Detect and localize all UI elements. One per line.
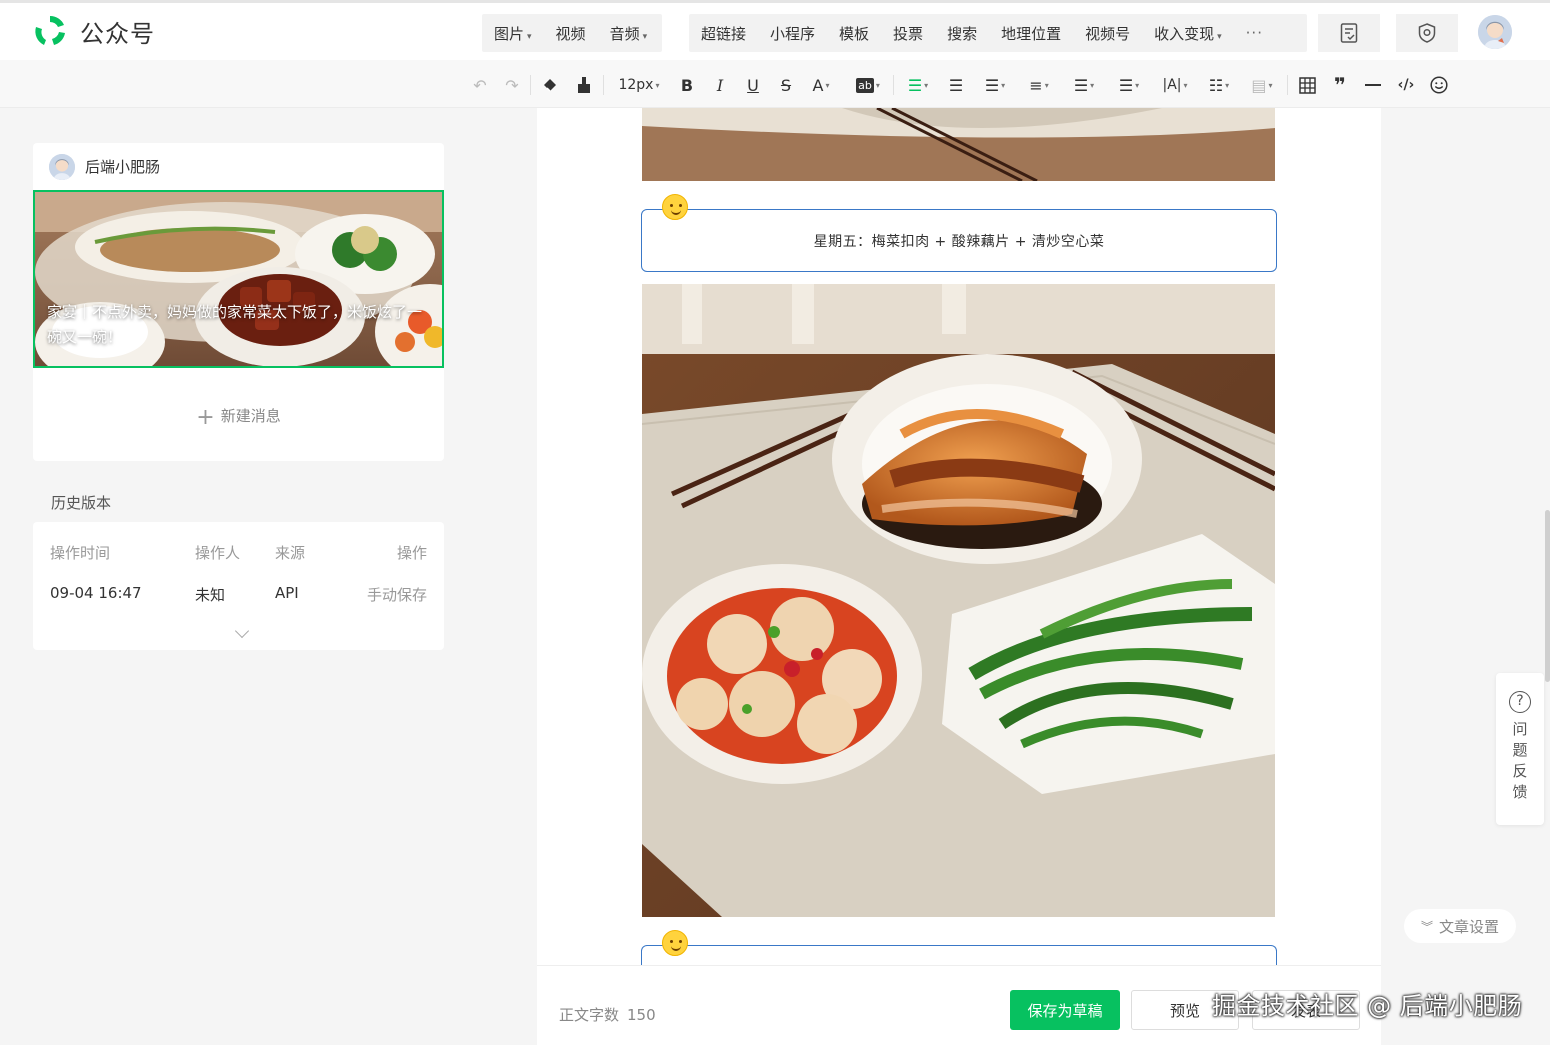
col-operator: 操作人: [195, 544, 241, 562]
menu-video[interactable]: 视频: [544, 23, 598, 44]
indent-icon[interactable]: ☰: [946, 74, 966, 96]
bold-icon[interactable]: B: [678, 74, 696, 96]
history-action: 手动保存: [366, 586, 427, 604]
app-logo[interactable]: 公众号: [32, 13, 155, 49]
col-time: 操作时间: [50, 544, 111, 562]
font-size-select[interactable]: 12px ▾: [612, 74, 666, 96]
document-icon: [1340, 23, 1358, 43]
menu-audio[interactable]: 音频 ▾: [598, 23, 660, 44]
undo-icon[interactable]: ↶: [470, 74, 490, 96]
account-avatar: [49, 153, 75, 180]
menu-image[interactable]: 图片 ▾: [482, 23, 544, 44]
history-source: API: [275, 584, 299, 602]
italic-icon[interactable]: I: [711, 74, 729, 96]
text-align-icon[interactable]: ☰ ▾: [1069, 74, 1099, 96]
clear-format-icon[interactable]: [540, 74, 560, 96]
caret-down-icon: ▾: [1217, 31, 1222, 42]
menu-hyperlink[interactable]: 超链接: [689, 23, 758, 44]
caption-box[interactable]: 星期五：梅菜扣肉 + 酸辣藕片 + 清炒空心菜: [641, 209, 1277, 272]
history-title: 历史版本: [51, 494, 112, 512]
strikethrough-icon[interactable]: S: [777, 74, 795, 96]
toolbar-divider: [893, 75, 894, 95]
menu-monetize[interactable]: 收入变现 ▾: [1142, 23, 1234, 44]
blockquote-icon[interactable]: ❞: [1330, 73, 1350, 97]
format-painter-icon[interactable]: [574, 74, 594, 96]
article-settings-button[interactable]: ︾ 文章设置: [1404, 909, 1516, 943]
line-spacing-icon[interactable]: ≡ ▾: [1024, 74, 1054, 96]
underline-icon[interactable]: U: [744, 74, 762, 96]
align-center-icon[interactable]: ☰ ▾: [903, 74, 933, 96]
new-message-button[interactable]: + 新建消息: [33, 405, 444, 430]
redo-icon[interactable]: ↷: [502, 74, 522, 96]
originality-shield-button[interactable]: [1396, 14, 1458, 52]
menu-mini-program[interactable]: 小程序: [758, 23, 827, 44]
wechat-mp-logo-icon: [35, 15, 65, 45]
user-avatar[interactable]: [1478, 15, 1512, 49]
margin-icon[interactable]: ☰ ▾: [1114, 74, 1144, 96]
bullet-list-icon[interactable]: ☷ ▾: [1204, 74, 1234, 96]
toolbar-divider: [530, 75, 531, 95]
double-chevron-down-icon: ︾: [1420, 919, 1433, 934]
article-settings-label: 文章设置: [1439, 917, 1500, 936]
font-color-icon[interactable]: A ▾: [808, 74, 834, 96]
format-toolbar: ↶ ↷ 12px ▾ B I U S A ▾ ab ▾ ☰ ▾ ☰ ☰ ▾ ≡ ▾ ☰ ▾ ☰…: [0, 60, 1550, 108]
top-header: 公众号 图片 ▾ 视频 音频 ▾ 超链接 小程序 模板 投票 搜索 地理位置 视频号…: [0, 0, 1550, 60]
menu-template[interactable]: 模板: [827, 23, 881, 44]
toolbar-divider: [1287, 75, 1288, 95]
col-action: 操作: [396, 544, 427, 562]
menu-location[interactable]: 地理位置: [989, 23, 1073, 44]
editor-canvas[interactable]: 星期五：梅菜扣肉 + 酸辣藕片 + 清炒空心菜: [537, 108, 1381, 1045]
word-count: 正文字数 150: [559, 1006, 656, 1024]
chevron-down-icon[interactable]: [234, 623, 250, 639]
insert-menu-group: 超链接 小程序 模板 投票 搜索 地理位置 视频号 收入变现 ▾ ···: [689, 14, 1307, 52]
menu-search[interactable]: 搜索: [935, 23, 989, 44]
account-header: 后端小肥肠: [33, 143, 444, 190]
shield-icon: [1418, 23, 1436, 43]
caption-text: 星期五：梅菜扣肉 + 酸辣藕片 + 清炒空心菜: [813, 234, 1105, 250]
paragraph-spacing-icon[interactable]: ☰ ▾: [980, 74, 1010, 96]
plus-icon: +: [196, 405, 215, 430]
word-count-value: 150: [627, 1006, 656, 1024]
document-check-button[interactable]: [1318, 14, 1380, 52]
more-menu[interactable]: ···: [1234, 24, 1275, 42]
article-list-card: 后端小肥肠 家宴｜不点外卖，妈妈做的家常菜太下饭了，米饭炫了一碗又一碗！ + 新建…: [33, 143, 444, 461]
emoji-icon[interactable]: [1429, 74, 1449, 96]
feedback-button[interactable]: ? 问题反馈: [1496, 673, 1544, 825]
menu-channels[interactable]: 视频号: [1073, 23, 1142, 44]
save-draft-button[interactable]: 保存为草稿: [1010, 990, 1120, 1030]
question-icon: ?: [1509, 691, 1531, 713]
watermark: 掘金技术社区 @ 后端小肥肠: [1212, 992, 1523, 1020]
table-photo-image: [642, 108, 1275, 181]
history-operator: 未知: [195, 586, 226, 604]
code-icon[interactable]: ‹/›: [1395, 74, 1417, 96]
float-image-icon[interactable]: ▤ ▾: [1247, 74, 1277, 96]
article-title: 家宴｜不点外卖，妈妈做的家常菜太下饭了，米饭炫了一碗又一碗！: [47, 303, 423, 346]
avatar-image: [1478, 15, 1512, 49]
previous-photo[interactable]: [642, 108, 1275, 181]
divider-line-icon[interactable]: [1363, 74, 1383, 96]
col-source: 来源: [275, 544, 306, 562]
history-card: 操作时间 操作人 来源 操作 09-04 16:47 未知 API 手动保存: [33, 522, 444, 650]
caret-down-icon: ▾: [642, 31, 648, 42]
media-menu-group: 图片 ▾ 视频 音频 ▾: [482, 14, 662, 52]
history-time: 09-04 16:47: [50, 584, 142, 602]
account-name: 后端小肥肠: [85, 158, 161, 176]
feedback-label: 问题反馈: [1512, 720, 1528, 801]
caret-down-icon: ▾: [527, 31, 532, 42]
smiley-icon: [662, 930, 688, 956]
app-name: 公众号: [80, 19, 155, 48]
food-photo-image: [642, 284, 1275, 917]
background-color-icon[interactable]: ab ▾: [850, 74, 886, 96]
scrollbar[interactable]: [1545, 510, 1550, 682]
smiley-icon: [662, 194, 688, 220]
letter-spacing-icon[interactable]: |A| ▾: [1158, 74, 1192, 96]
toolbar-divider: [603, 75, 604, 95]
table-icon[interactable]: [1297, 74, 1317, 96]
menu-vote[interactable]: 投票: [881, 23, 935, 44]
dish-photo[interactable]: [642, 284, 1275, 917]
article-cover[interactable]: 家宴｜不点外卖，妈妈做的家常菜太下饭了，米饭炫了一碗又一碗！: [33, 190, 444, 368]
